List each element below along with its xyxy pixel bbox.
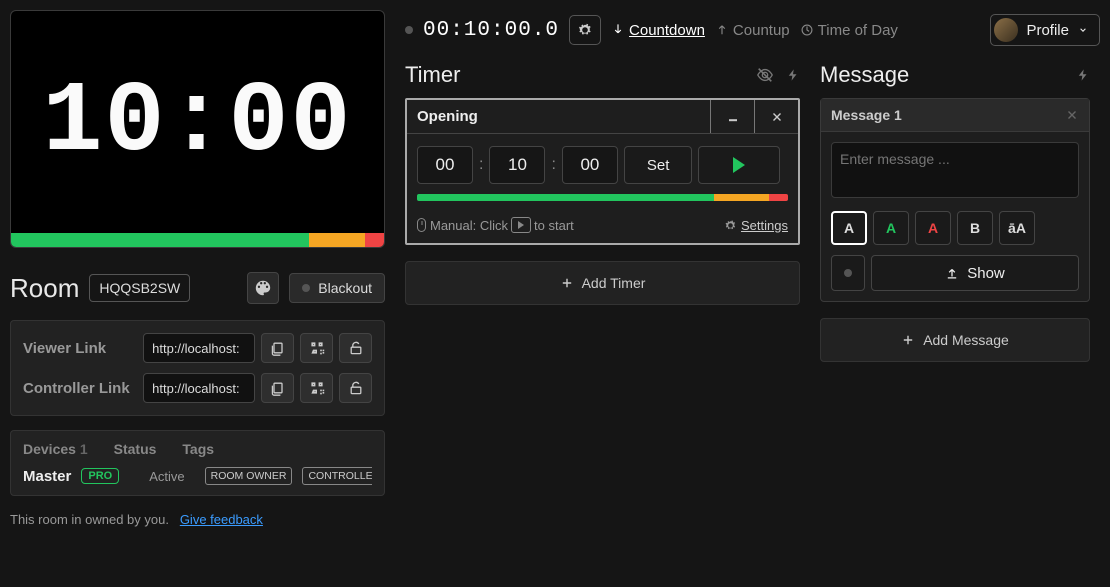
seconds-input[interactable] (562, 146, 618, 184)
tags-header: Tags (182, 441, 214, 457)
close-button[interactable] (754, 100, 798, 133)
tag-room-owner: ROOM OWNER (205, 467, 293, 485)
plus-icon (901, 333, 915, 347)
play-button[interactable] (698, 146, 780, 184)
message-close-button[interactable] (1065, 108, 1079, 122)
preview-time: 10:00 (11, 11, 384, 236)
clock-icon (800, 23, 814, 37)
mouse-icon (417, 218, 426, 232)
show-button[interactable]: Show (871, 255, 1079, 291)
progress-green (11, 233, 309, 247)
add-timer-button[interactable]: Add Timer (405, 261, 800, 305)
controller-link-input[interactable] (143, 373, 255, 403)
progress-orange (309, 233, 365, 247)
viewer-copy-button[interactable] (261, 333, 294, 363)
minutes-input[interactable] (489, 146, 545, 184)
owned-text: This room in owned by you. (10, 512, 169, 527)
message-card: Message 1 A A A B āA (820, 98, 1090, 302)
topbar-time: 00:10:00.0 (423, 19, 559, 42)
message-textarea[interactable] (831, 142, 1079, 198)
connection-dot-icon (405, 26, 413, 34)
blackout-label: Blackout (318, 280, 372, 296)
preview-progress (11, 233, 384, 247)
viewer-link-input[interactable] (143, 333, 255, 363)
hours-input[interactable] (417, 146, 473, 184)
progress-red (365, 233, 384, 247)
format-color-red[interactable]: A (915, 211, 951, 245)
upload-icon (945, 266, 959, 280)
hint-post: to start (534, 218, 574, 233)
timer-preview: 10:00 (10, 10, 385, 248)
controller-lock-button[interactable] (339, 373, 372, 403)
room-label: Room (10, 273, 79, 304)
hint-pre: Manual: Click (430, 218, 508, 233)
viewer-qr-button[interactable] (300, 333, 333, 363)
tag-controller: CONTROLLER (302, 467, 372, 485)
devices-header: Devices (23, 441, 76, 457)
hide-icon[interactable] (756, 66, 774, 84)
controller-link-label: Controller Link (23, 380, 137, 397)
viewer-link-label: Viewer Link (23, 340, 137, 357)
caret-down-icon (1077, 24, 1089, 36)
device-row: Master PRO Active ROOM OWNER CONTROLLER (23, 467, 372, 485)
blackout-button[interactable]: Blackout (289, 273, 385, 303)
status-header: Status (114, 441, 157, 457)
timer-progress (417, 194, 788, 201)
plus-icon (560, 276, 574, 290)
pro-badge: PRO (81, 468, 119, 484)
down-arrow-icon (611, 23, 625, 37)
add-message-button[interactable]: Add Message (820, 318, 1090, 362)
room-code[interactable]: HQQSB2SW (89, 274, 190, 302)
give-feedback-link[interactable]: Give feedback (180, 512, 263, 527)
device-status: Active (149, 469, 184, 484)
format-color-green[interactable]: A (873, 211, 909, 245)
timer-card: Opening : : Set (405, 98, 800, 245)
flash-icon[interactable] (1076, 66, 1090, 84)
controller-copy-button[interactable] (261, 373, 294, 403)
minimize-button[interactable] (710, 100, 754, 133)
show-status-indicator (831, 255, 865, 291)
mode-countup[interactable]: Countup (715, 22, 790, 39)
flash-icon[interactable] (786, 66, 800, 84)
format-color-white[interactable]: A (831, 211, 867, 245)
up-arrow-icon (715, 23, 729, 37)
timer-settings-link[interactable]: Settings (741, 218, 788, 233)
timer-name[interactable]: Opening (407, 100, 710, 133)
format-caps[interactable]: āA (999, 211, 1035, 245)
blackout-indicator-dot (302, 284, 310, 292)
gear-icon (724, 219, 737, 232)
devices-count: 1 (80, 441, 88, 457)
palette-button[interactable] (247, 272, 279, 304)
mode-time-of-day[interactable]: Time of Day (800, 22, 898, 39)
play-icon (733, 157, 745, 173)
message-panel-title: Message (820, 62, 909, 88)
settings-button[interactable] (569, 15, 601, 45)
profile-label: Profile (1026, 22, 1069, 39)
set-button[interactable]: Set (624, 146, 693, 184)
format-bold[interactable]: B (957, 211, 993, 245)
message-name[interactable]: Message 1 (831, 107, 1065, 123)
avatar (994, 18, 1018, 42)
play-box-icon (511, 217, 531, 233)
profile-menu[interactable]: Profile (990, 14, 1100, 46)
device-name: Master (23, 468, 71, 485)
controller-qr-button[interactable] (300, 373, 333, 403)
mode-countdown[interactable]: Countdown (611, 22, 705, 39)
viewer-lock-button[interactable] (339, 333, 372, 363)
timer-panel-title: Timer (405, 62, 460, 88)
